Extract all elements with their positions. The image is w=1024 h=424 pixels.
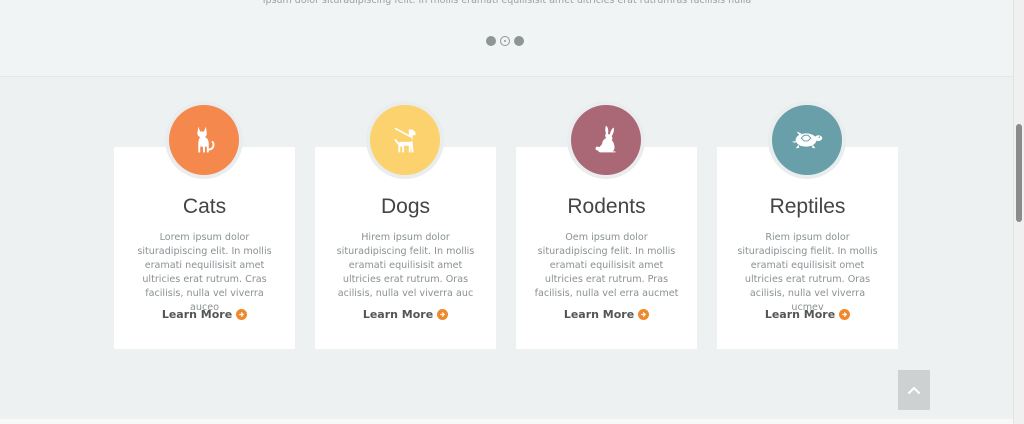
card-title: Cats <box>182 195 227 218</box>
card-dogs: Dogs Hirem ipsum dolor situradipiscing f… <box>315 105 496 349</box>
learn-more-link-rodents[interactable]: Learn More <box>516 308 697 321</box>
card-title: Dogs <box>380 195 431 218</box>
learn-more-label: Learn More <box>161 308 233 321</box>
dog-icon-glyph <box>394 127 416 153</box>
pet-categories: Cats Lorem ipsum dolor situradipiscing e… <box>114 105 898 349</box>
turtle-icon <box>772 105 842 175</box>
dog-icon <box>370 105 440 175</box>
learn-more-link-dogs[interactable]: Learn More <box>315 308 496 321</box>
card-description: Lorem ipsum dolor situradipiscing elit. … <box>137 232 272 313</box>
rabbit-icon <box>571 105 641 175</box>
scrollbar-thumb[interactable] <box>1016 124 1022 222</box>
page-scrollbar[interactable] <box>1013 0 1024 424</box>
cat-icon <box>169 105 239 175</box>
arrow-right-circle-icon <box>839 309 851 320</box>
arrow-right-circle-icon <box>437 309 449 320</box>
rabbit-icon-glyph <box>595 125 616 153</box>
card-title: Reptiles <box>769 195 846 218</box>
card-reptiles: Reptiles Riem ipsum dolor situradipiscin… <box>717 105 898 349</box>
turtle-icon-glyph <box>791 131 823 149</box>
chevron-up-icon <box>908 387 920 394</box>
page: Ipsum dolor situradipiscing felit. In mo… <box>0 0 1024 424</box>
card-description: Riem ipsum dolor situradipiscing fielit.… <box>737 232 878 313</box>
slider-dot-2[interactable] <box>500 36 510 46</box>
cat-icon-glyph <box>197 126 215 153</box>
slider-dot-1[interactable] <box>486 36 496 46</box>
card-description: Hirem ipsum dolor situradipiscing felit.… <box>336 232 475 299</box>
slider-caption: Ipsum dolor situradipiscing felit. In mo… <box>262 0 752 6</box>
learn-more-label: Learn More <box>563 308 635 321</box>
card-title: Rodents <box>567 195 646 218</box>
card-cats: Cats Lorem ipsum dolor situradipiscing e… <box>114 105 295 349</box>
slider-dot-3[interactable] <box>514 36 524 46</box>
slider-dots <box>486 36 524 46</box>
card-rodents: Rodents Oem ipsum dolor situradipiscing … <box>516 105 697 349</box>
card-description: Oem ipsum dolor situradipiscing felit. I… <box>534 232 679 299</box>
footer-edge <box>0 419 1014 424</box>
learn-more-link-reptiles[interactable]: Learn More <box>717 308 898 321</box>
learn-more-label: Learn More <box>362 308 434 321</box>
testimonial-slider: Ipsum dolor situradipiscing felit. In mo… <box>0 0 1014 77</box>
learn-more-label: Learn More <box>764 308 836 321</box>
arrow-right-circle-icon <box>236 309 248 320</box>
learn-more-link-cats[interactable]: Learn More <box>114 308 295 321</box>
arrow-right-circle-icon <box>638 309 650 320</box>
scroll-to-top-button[interactable] <box>898 370 930 410</box>
